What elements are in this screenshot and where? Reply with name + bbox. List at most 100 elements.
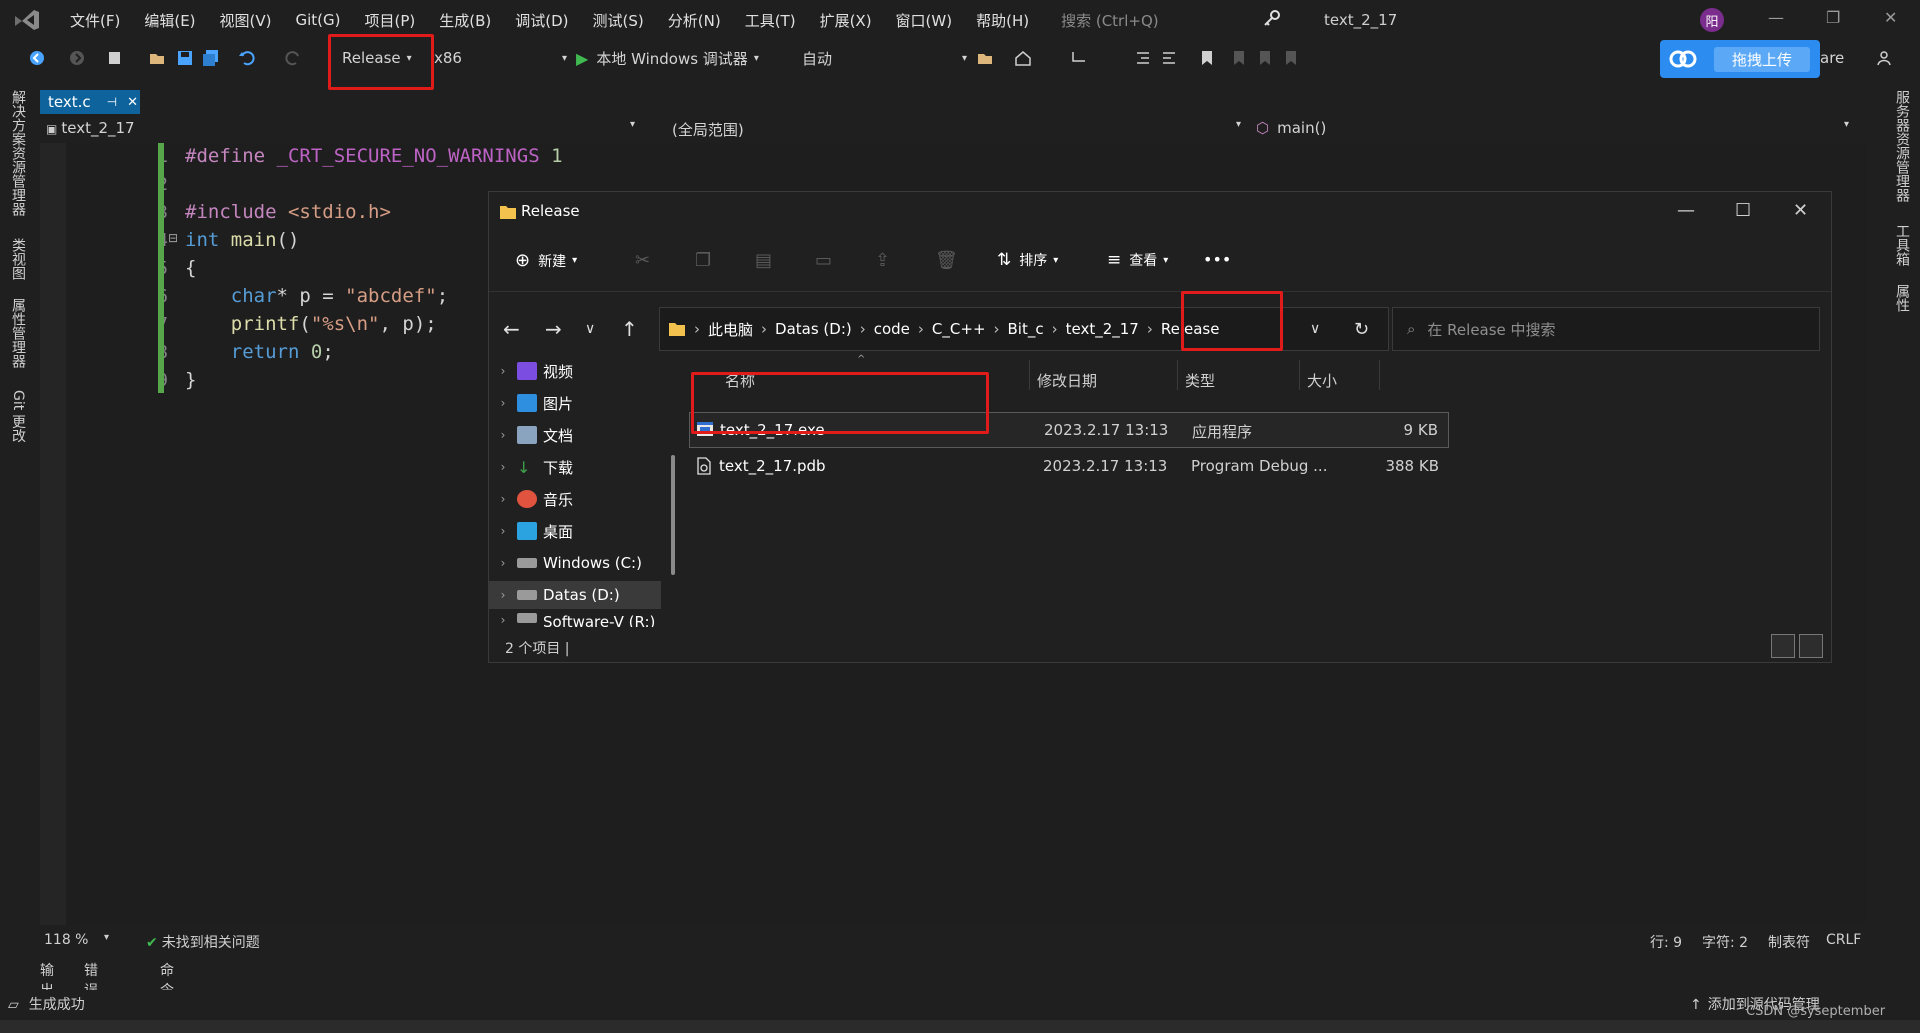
explorer-close-icon[interactable]: ✕ bbox=[1793, 200, 1808, 221]
auto-dropdown[interactable]: 自动 ▾ bbox=[802, 40, 967, 76]
breadcrumb-item[interactable]: text_2_17 bbox=[1066, 320, 1139, 338]
chevron-right-icon[interactable]: › bbox=[489, 613, 517, 627]
column-header-size[interactable]: 大小 bbox=[1307, 370, 1337, 391]
minimize-icon[interactable]: — bbox=[1768, 8, 1784, 27]
start-debugging-button[interactable]: ▶ 本地 Windows 调试器 ▾ bbox=[576, 40, 759, 76]
thumbnail-view-icon[interactable] bbox=[1799, 634, 1823, 658]
breadcrumb-item[interactable]: Datas (D:) bbox=[775, 320, 852, 338]
class-view-tab[interactable]: 类视图 bbox=[8, 238, 28, 280]
breadcrumb-item[interactable]: C_C++ bbox=[932, 320, 986, 338]
menu-build[interactable]: 生成(B) bbox=[427, 10, 503, 31]
char-indicator[interactable]: 字符: 2 bbox=[1702, 932, 1748, 952]
chevron-right-icon[interactable]: › bbox=[489, 524, 517, 538]
browse-folder-icon[interactable] bbox=[976, 40, 994, 76]
git-changes-tab[interactable]: Git 更改 bbox=[8, 390, 28, 443]
project-scope-dropdown[interactable]: ▣ text_2_17 bbox=[46, 119, 135, 137]
issues-indicator[interactable]: ✔ 未找到相关问题 bbox=[146, 932, 260, 952]
chevron-down-icon[interactable]: ▾ bbox=[630, 119, 635, 130]
menu-project[interactable]: 项目(P) bbox=[353, 10, 428, 31]
breadcrumb-item[interactable]: Bit_c bbox=[1008, 320, 1044, 338]
tree-item-drive-c[interactable]: › Windows (C:) bbox=[489, 549, 661, 577]
menu-git[interactable]: Git(G) bbox=[284, 11, 353, 29]
share-icon[interactable]: ⇪ bbox=[875, 250, 890, 271]
chevron-right-icon[interactable]: › bbox=[489, 492, 517, 506]
save-all-icon[interactable] bbox=[202, 40, 220, 76]
zoom-level[interactable]: 118 % bbox=[44, 932, 88, 948]
menu-help[interactable]: 帮助(H) bbox=[964, 10, 1041, 31]
menu-edit[interactable]: 编辑(E) bbox=[132, 10, 207, 31]
sort-button[interactable]: ⇅ 排序 ▾ bbox=[997, 250, 1058, 270]
tree-item-drive-d[interactable]: › Datas (D:) bbox=[489, 581, 661, 609]
step-icon[interactable] bbox=[1070, 40, 1088, 76]
new-project-icon[interactable] bbox=[106, 40, 124, 76]
function-scope-dropdown[interactable]: ⬡ main() bbox=[1256, 119, 1326, 137]
chevron-right-icon[interactable]: › bbox=[489, 588, 517, 602]
address-dropdown-icon[interactable]: ∨ bbox=[1310, 321, 1320, 337]
bookmark-icon[interactable] bbox=[1198, 40, 1216, 76]
redo-icon[interactable] bbox=[284, 40, 302, 76]
cloud-upload-button[interactable]: 拖拽上传 bbox=[1660, 40, 1820, 78]
breadcrumb-item[interactable]: code bbox=[874, 320, 910, 338]
back-icon[interactable] bbox=[28, 40, 46, 76]
solution-explorer-tab[interactable]: 解决方案资源管理器 bbox=[8, 90, 28, 216]
details-view-icon[interactable] bbox=[1771, 634, 1795, 658]
explorer-back-icon[interactable]: ← bbox=[503, 317, 520, 341]
column-header-type[interactable]: 类型 bbox=[1185, 370, 1215, 391]
prev-bookmark-icon[interactable] bbox=[1230, 40, 1248, 76]
tab-text-c[interactable]: text.c ⊣ ✕ bbox=[40, 90, 140, 114]
recent-locations-icon[interactable]: ∨ bbox=[585, 321, 595, 337]
property-manager-tab[interactable]: 属性管理器 bbox=[8, 298, 28, 368]
rename-icon[interactable]: ▭ bbox=[815, 250, 832, 271]
menu-extensions[interactable]: 扩展(X) bbox=[808, 10, 884, 31]
menu-view[interactable]: 视图(V) bbox=[208, 10, 284, 31]
menu-tools[interactable]: 工具(T) bbox=[733, 10, 808, 31]
zoom-dropdown-icon[interactable]: ▾ bbox=[104, 932, 109, 943]
view-button[interactable]: ≡ 查看 ▾ bbox=[1107, 250, 1168, 270]
breadcrumb-item[interactable]: 此电脑 bbox=[708, 319, 753, 340]
tree-item-documents[interactable]: › 文档 bbox=[489, 421, 661, 449]
menu-analyze[interactable]: 分析(N) bbox=[656, 10, 733, 31]
tree-item-drive-r[interactable]: › Software-V (R:) bbox=[489, 613, 661, 627]
tree-item-music[interactable]: › 音乐 bbox=[489, 485, 661, 513]
more-options-icon[interactable]: ••• bbox=[1203, 250, 1231, 269]
close-icon[interactable]: ✕ bbox=[1884, 8, 1897, 27]
chevron-down-icon[interactable]: ▾ bbox=[1844, 119, 1849, 130]
paste-icon[interactable]: ▤ bbox=[755, 250, 772, 271]
open-folder-icon[interactable] bbox=[148, 40, 166, 76]
tree-item-desktop[interactable]: › 桌面 bbox=[489, 517, 661, 545]
platform-dropdown[interactable]: x86 ▾ bbox=[434, 40, 567, 76]
explorer-search-input[interactable]: ⌕ 在 Release 中搜索 bbox=[1392, 307, 1820, 351]
tab-close-icon[interactable]: ✕ bbox=[127, 95, 138, 110]
avatar[interactable]: 阳 bbox=[1700, 8, 1724, 32]
chevron-right-icon[interactable]: › bbox=[489, 364, 517, 378]
live-share-icon[interactable] bbox=[1876, 40, 1894, 76]
chevron-right-icon[interactable]: › bbox=[489, 460, 517, 474]
properties-tab[interactable]: 属性 bbox=[1892, 284, 1912, 312]
share-partial[interactable]: are bbox=[1820, 40, 1844, 76]
global-scope-dropdown[interactable]: (全局范围) bbox=[672, 119, 744, 140]
collapse-icon[interactable]: ⊟ bbox=[168, 231, 178, 245]
file-row-pdb[interactable]: text_2_17.pdb 2023.2.17 13:13 Program De… bbox=[689, 449, 1449, 485]
menu-file[interactable]: 文件(F) bbox=[58, 10, 132, 31]
explorer-maximize-icon[interactable]: ☐ bbox=[1735, 200, 1751, 221]
line-indicator[interactable]: 行: 9 bbox=[1650, 932, 1682, 952]
pin-icon[interactable]: ⊣ bbox=[107, 95, 117, 109]
new-button[interactable]: ⊕ 新建 ▾ bbox=[515, 250, 577, 271]
explorer-minimize-icon[interactable]: — bbox=[1677, 200, 1695, 221]
explorer-forward-icon[interactable]: → bbox=[545, 317, 562, 341]
refresh-icon[interactable]: ↻ bbox=[1354, 319, 1369, 340]
maximize-icon[interactable]: ❐ bbox=[1826, 8, 1840, 27]
eol-indicator[interactable]: CRLF bbox=[1826, 932, 1861, 948]
delete-icon[interactable]: 🗑 bbox=[935, 250, 958, 271]
chevron-right-icon[interactable]: › bbox=[489, 428, 517, 442]
menu-test[interactable]: 测试(S) bbox=[581, 10, 656, 31]
chevron-right-icon[interactable]: › bbox=[489, 396, 517, 410]
menu-window[interactable]: 窗口(W) bbox=[884, 10, 965, 31]
forward-icon[interactable] bbox=[68, 40, 86, 76]
menu-debug[interactable]: 调试(D) bbox=[503, 10, 580, 31]
navigation-scrollbar[interactable] bbox=[671, 455, 675, 575]
clear-bookmarks-icon[interactable] bbox=[1282, 40, 1300, 76]
home-icon[interactable] bbox=[1014, 40, 1032, 76]
tree-item-pictures[interactable]: › 图片 bbox=[489, 389, 661, 417]
undo-icon[interactable] bbox=[238, 40, 256, 76]
